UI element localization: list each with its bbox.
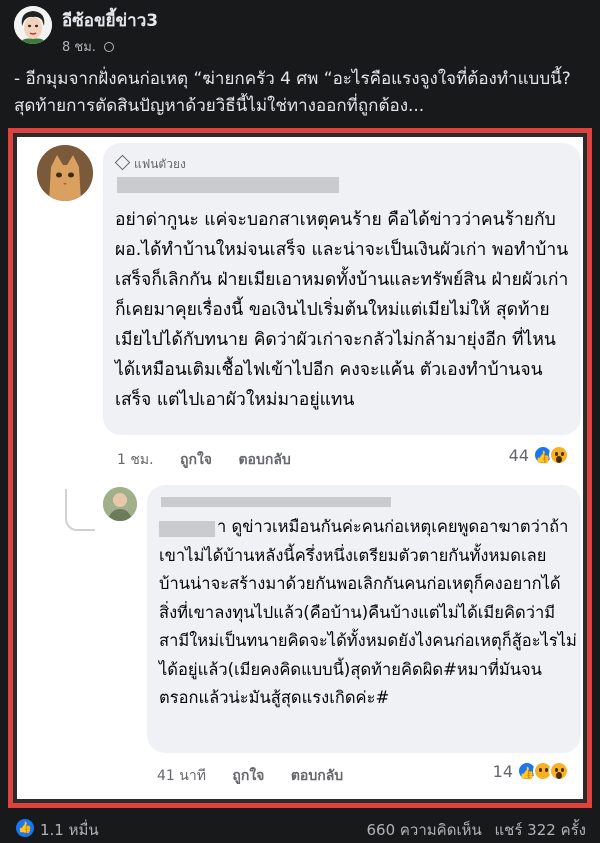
reply-avatar[interactable] <box>103 487 137 521</box>
comment-bubble: แฟนตัวยง อย่าด่ากูนะ แค่จะบอกสาเหตุคนร้า… <box>103 143 581 435</box>
screenshot-frame: แฟนตัวยง อย่าด่ากูนะ แค่จะบอกสาเหตุคนร้า… <box>8 128 592 808</box>
redacted-name <box>117 177 339 193</box>
redacted-name <box>161 497 391 507</box>
post-caption: - อีกมุมจากฝั่งคนก่อเหตุ “ฆ่ายกครัว 4 ศพ… <box>14 69 571 116</box>
fan-badge-label: แฟนตัวยง <box>134 157 186 171</box>
wow-icon <box>549 445 569 465</box>
page-name[interactable]: อีซ้อขยี้ข่าว3 <box>62 7 158 34</box>
post-timestamp[interactable]: 8 ชม. <box>62 36 115 57</box>
like-icon[interactable]: 👍 <box>16 819 34 837</box>
fan-badge: แฟนตัวยง <box>114 154 186 174</box>
page-avatar[interactable] <box>14 6 52 44</box>
engagement-stats: 660 ความคิดเห็น แชร์ 322 ครั้ง <box>359 818 587 842</box>
comment-actions: 1 ชม. ถูกใจ ตอบกลับ <box>117 449 313 471</box>
comment-reactions[interactable]: 44 👍 <box>509 445 569 465</box>
post-time[interactable]: 8 ชม. <box>62 40 96 55</box>
comment-count[interactable]: 660 ความคิดเห็น <box>367 821 482 839</box>
comment-time[interactable]: 1 ชม. <box>117 452 154 468</box>
post-header: อีซ้อขยี้ข่าว3 8 ชม. <box>0 0 600 60</box>
reply-button[interactable]: ตอบกลับ <box>291 768 343 784</box>
globe-icon <box>104 42 115 52</box>
commenter-avatar[interactable] <box>37 145 93 201</box>
reaction-count: 14 <box>492 761 513 781</box>
like-button[interactable]: ถูกใจ <box>180 452 212 468</box>
share-count[interactable]: แชร์ 322 ครั้ง <box>495 821 587 839</box>
post-footer: 👍 1.1 หมื่น 660 ความคิดเห็น แชร์ 322 ครั… <box>0 810 600 843</box>
diamond-icon <box>114 154 131 171</box>
screenshot-content: แฟนตัวยง อย่าด่ากูนะ แค่จะบอกสาเหตุคนร้า… <box>17 137 583 799</box>
reply-text: า ดูข่าวเหมือนกันค่ะคนก่อเหตุเคยพูดอาฆาต… <box>159 517 577 707</box>
reaction-count[interactable]: 1.1 หมื่น <box>40 818 99 842</box>
wow-icon <box>549 761 569 781</box>
comment-text: อย่าด่ากูนะ แค่จะบอกสาเหตุคนร้าย คือได้ข… <box>115 210 569 410</box>
reply-button[interactable]: ตอบกลับ <box>238 452 290 468</box>
like-button[interactable]: ถูกใจ <box>232 768 264 784</box>
reply-reactions[interactable]: 14 👍 <box>493 761 569 781</box>
reply-time[interactable]: 41 นาที <box>157 768 206 784</box>
reply-thread-line <box>65 489 95 531</box>
reply-actions: 41 นาที ถูกใจ ตอบกลับ <box>157 765 365 787</box>
reply-bubble: า ดูข่าวเหมือนกันค่ะคนก่อเหตุเคยพูดอาฆาต… <box>147 485 581 753</box>
reaction-count: 44 <box>508 445 529 465</box>
